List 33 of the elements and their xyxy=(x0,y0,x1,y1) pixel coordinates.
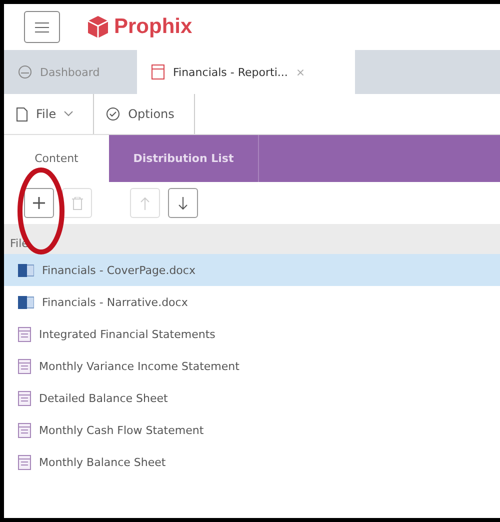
file-icon xyxy=(16,106,28,122)
report-icon xyxy=(18,358,31,374)
file-name: Financials - Narrative.docx xyxy=(42,296,188,308)
tab[interactable]: Content xyxy=(4,135,109,182)
tab-label: Financials - Reporti... xyxy=(173,66,288,78)
check-circle-icon xyxy=(106,107,120,121)
menu-icon xyxy=(35,22,49,32)
tab[interactable]: Financials - Reporti... × xyxy=(137,50,355,94)
document-icon xyxy=(151,64,165,80)
report-icon xyxy=(18,454,31,470)
add-button[interactable] xyxy=(24,188,54,218)
file-row[interactable]: Financials - CoverPage.docx xyxy=(4,254,500,286)
arrow-down-icon xyxy=(178,196,188,210)
file-name: Monthly Cash Flow Statement xyxy=(39,424,204,436)
cube-logo-icon xyxy=(86,15,110,39)
file-name: Integrated Financial Statements xyxy=(39,328,216,340)
file-name: Detailed Balance Sheet xyxy=(39,392,168,404)
down-button[interactable] xyxy=(168,188,198,218)
word-document-icon xyxy=(18,296,34,308)
file-name: Monthly Balance Sheet xyxy=(39,456,166,468)
trash-icon xyxy=(72,196,82,210)
dashboard-icon xyxy=(18,65,32,79)
report-icon xyxy=(18,422,31,438)
plus-icon xyxy=(33,197,45,209)
word-document-icon xyxy=(18,264,34,276)
file-name: Financials - CoverPage.docx xyxy=(42,264,196,276)
arrow-up-icon xyxy=(140,196,150,210)
report-icon xyxy=(18,326,31,342)
report-icon xyxy=(18,390,31,406)
file-name: Monthly Variance Income Statement xyxy=(39,360,240,372)
menu-button[interactable] xyxy=(24,11,60,43)
tab-label: Dashboard xyxy=(40,66,100,78)
brand-logo: Prophix xyxy=(114,15,192,39)
